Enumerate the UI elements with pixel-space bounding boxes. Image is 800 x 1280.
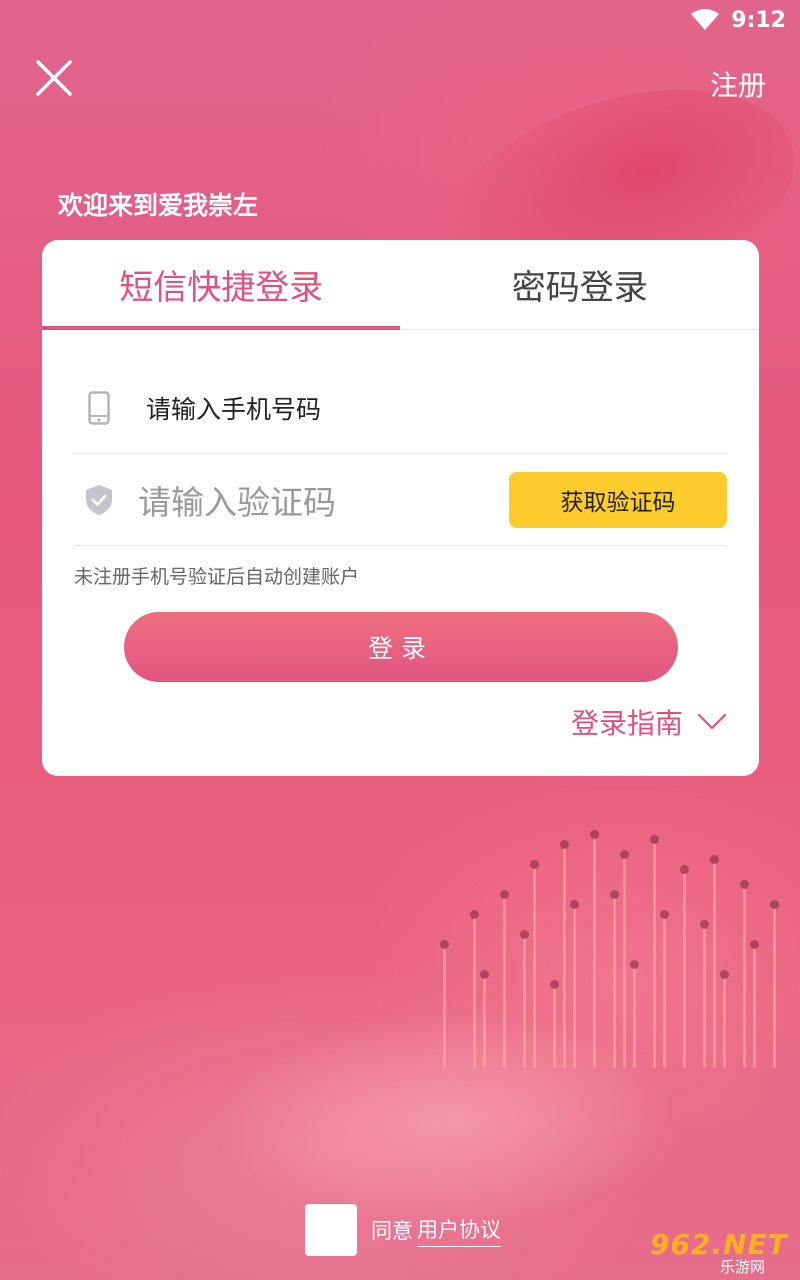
code-field[interactable]: 请输入验证码 获取验证码 [74, 454, 727, 546]
stamen-anther [470, 910, 479, 919]
stamen-filament [563, 848, 566, 1068]
tab-password-login[interactable]: 密码登录 [401, 240, 760, 329]
stamen-anther [610, 890, 619, 899]
code-input[interactable]: 请输入验证码 [138, 476, 509, 524]
flower-stamens-decoration [420, 820, 800, 1080]
stamen-anther [530, 860, 539, 869]
flower-petal-decoration [220, 1010, 680, 1230]
stamen-filament [573, 908, 576, 1068]
welcome-title: 欢迎来到爱我崇左 [58, 191, 259, 220]
login-button[interactable]: 登录 [124, 612, 678, 682]
stamen-filament [713, 863, 716, 1068]
close-icon[interactable] [32, 56, 76, 100]
stamen-anther [680, 865, 689, 874]
tab-sms-login[interactable]: 短信快捷登录 [42, 240, 401, 329]
stamen-anther [550, 980, 559, 989]
stamen-anther [620, 850, 629, 859]
active-tab-indicator [42, 326, 400, 330]
auto-register-hint: 未注册手机号验证后自动创建账户 [74, 566, 360, 588]
user-agreement-link[interactable]: 用户协议 [417, 1214, 501, 1247]
stamen-filament [683, 873, 686, 1068]
agree-checkbox[interactable] [305, 1204, 357, 1256]
stamen-anther [480, 970, 489, 979]
stamen-filament [523, 938, 526, 1068]
phone-icon [84, 390, 114, 425]
agreement-row: 同意 用户协议 [305, 1204, 501, 1256]
site-watermark: 962.NET 乐游网 [650, 1228, 790, 1276]
login-guide-label: 登录指南 [570, 707, 683, 740]
stamen-anther [500, 890, 509, 899]
stamen-filament [773, 908, 776, 1068]
stamen-filament [703, 928, 706, 1068]
stamen-anther [770, 900, 779, 909]
phone-input[interactable]: 请输入手机号码 [146, 390, 321, 426]
stamen-filament [623, 858, 626, 1068]
chevron-down-icon [697, 713, 727, 730]
stamen-filament [613, 898, 616, 1068]
watermark-logo: 962.NET [650, 1228, 788, 1261]
status-time: 9:12 [731, 7, 786, 33]
stamen-filament [533, 868, 536, 1068]
stamen-anther [660, 910, 669, 919]
stamen-filament [723, 978, 726, 1068]
login-tabs: 短信快捷登录 密码登录 [42, 240, 759, 330]
stamen-filament [743, 888, 746, 1068]
stamen-filament [653, 843, 656, 1068]
stamen-filament [483, 978, 486, 1068]
stamen-anther [520, 930, 529, 939]
stamen-filament [633, 968, 636, 1068]
stamen-anther [740, 880, 749, 889]
stamen-anther [720, 970, 729, 979]
stamen-filament [553, 988, 556, 1068]
stamen-anther [710, 855, 719, 864]
watermark-sub: 乐游网 [720, 1258, 766, 1276]
stamen-filament [443, 948, 446, 1068]
login-guide-toggle[interactable]: 登录指南 [571, 702, 727, 742]
stamen-filament [473, 918, 476, 1068]
status-bar: 9:12 [0, 0, 800, 40]
wifi-icon [691, 9, 720, 30]
shield-check-icon [84, 484, 114, 516]
stamen-anther [440, 940, 449, 949]
stamen-anther [630, 960, 639, 969]
get-code-button[interactable]: 获取验证码 [509, 471, 727, 528]
stamen-filament [593, 838, 596, 1068]
register-link[interactable]: 注册 [710, 64, 766, 104]
stamen-anther [560, 840, 569, 849]
login-card: 短信快捷登录 密码登录 请输入手机号码 请输入验证码 获取验证码 未注册手机号验… [42, 240, 759, 776]
stamen-anther [700, 920, 709, 929]
stamen-anther [750, 940, 759, 949]
stamen-filament [663, 918, 666, 1068]
stamen-anther [590, 830, 599, 839]
agree-text: 同意 [371, 1219, 413, 1243]
stamen-filament [753, 948, 756, 1068]
stamen-anther [570, 900, 579, 909]
stamen-filament [503, 898, 506, 1068]
phone-field[interactable]: 请输入手机号码 [74, 362, 727, 454]
stamen-anther [650, 835, 659, 844]
